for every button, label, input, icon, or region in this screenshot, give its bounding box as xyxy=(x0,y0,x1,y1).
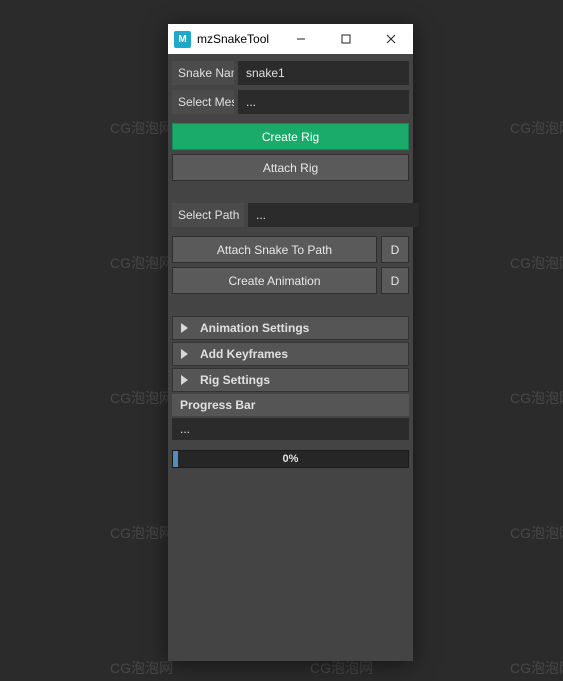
progress-status: ... xyxy=(172,418,409,440)
watermark: CG泡泡网 xyxy=(510,253,563,273)
minimize-button[interactable] xyxy=(278,24,323,54)
watermark: CG泡泡网 xyxy=(510,118,563,138)
select-mesh-input[interactable] xyxy=(238,90,409,114)
select-mesh-label: Select Mesh xyxy=(172,90,234,114)
maximize-button[interactable] xyxy=(323,24,368,54)
window-title: mzSnakeTool xyxy=(197,32,278,46)
create-animation-button[interactable]: Create Animation xyxy=(172,267,377,294)
watermark: CG泡泡网 xyxy=(510,658,563,678)
window-content: Snake Name Select Mesh Create Rig Attach… xyxy=(168,54,413,475)
titlebar: M mzSnakeTool xyxy=(168,24,413,54)
watermark: CG泡泡网 xyxy=(110,253,173,273)
select-path-label: Select Path xyxy=(172,203,244,227)
collapsible-label: Rig Settings xyxy=(200,373,270,387)
attach-snake-d-button[interactable]: D xyxy=(381,236,409,263)
close-button[interactable] xyxy=(368,24,413,54)
watermark: CG泡泡网 xyxy=(110,523,173,543)
watermark: CG泡泡网 xyxy=(510,388,563,408)
triangle-right-icon xyxy=(181,375,188,385)
snake-name-input[interactable] xyxy=(238,61,409,85)
create-rig-button[interactable]: Create Rig xyxy=(172,123,409,150)
watermark: CG泡泡网 xyxy=(110,658,173,678)
progress-bar: 0% xyxy=(172,450,409,468)
collapsible-label: Animation Settings xyxy=(200,321,309,335)
snake-name-label: Snake Name xyxy=(172,61,234,85)
watermark: CG泡泡网 xyxy=(510,523,563,543)
triangle-right-icon xyxy=(181,323,188,333)
progress-bar-fill xyxy=(173,451,178,467)
create-animation-d-button[interactable]: D xyxy=(381,267,409,294)
app-window: M mzSnakeTool Snake Name Select Mesh Cre… xyxy=(168,24,413,661)
animation-settings-collapsible[interactable]: Animation Settings xyxy=(172,316,409,340)
rig-settings-collapsible[interactable]: Rig Settings xyxy=(172,368,409,392)
attach-rig-button[interactable]: Attach Rig xyxy=(172,154,409,181)
watermark: CG泡泡网 xyxy=(110,118,173,138)
triangle-right-icon xyxy=(181,349,188,359)
watermark: CG泡泡网 xyxy=(310,658,373,678)
app-icon-letter: M xyxy=(178,34,186,45)
app-icon: M xyxy=(174,31,191,48)
progress-bar-label: Progress Bar xyxy=(172,394,409,416)
select-path-input[interactable] xyxy=(248,203,419,227)
add-keyframes-collapsible[interactable]: Add Keyframes xyxy=(172,342,409,366)
collapsible-label: Add Keyframes xyxy=(200,347,288,361)
progress-bar-text: 0% xyxy=(283,453,299,465)
attach-snake-to-path-button[interactable]: Attach Snake To Path xyxy=(172,236,377,263)
watermark: CG泡泡网 xyxy=(110,388,173,408)
